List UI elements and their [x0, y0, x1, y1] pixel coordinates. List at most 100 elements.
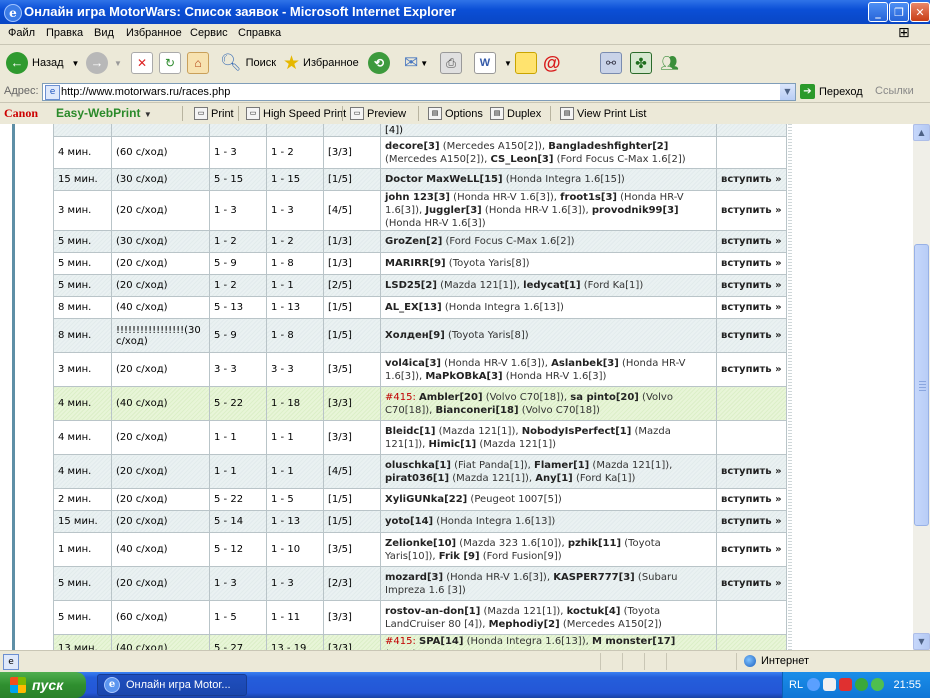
player-name-link[interactable]: KASPER777[3] [553, 572, 635, 583]
language-indicator[interactable]: RL [789, 679, 803, 691]
player-name-link[interactable]: Mephodiy[2] [489, 619, 560, 630]
join-button[interactable]: вступить » [716, 318, 787, 353]
scroll-thumb[interactable] [914, 244, 929, 526]
join-button[interactable]: вступить » [716, 352, 787, 387]
player-name-link[interactable]: Doctor MaxWeLL[15] [385, 174, 503, 185]
close-button[interactable]: ✕ [910, 2, 930, 22]
chevron-down-icon[interactable]: ▼ [72, 59, 80, 68]
print-button[interactable]: ⎙ [440, 51, 462, 75]
address-input[interactable] [61, 84, 761, 99]
player-name-link[interactable]: provodnik99[3] [592, 205, 679, 216]
join-button[interactable]: вступить » [716, 252, 787, 275]
player-name-link[interactable]: Any[1] [535, 473, 572, 484]
scroll-down-button[interactable]: ▼ [913, 633, 930, 650]
antivirus-icon[interactable] [839, 678, 852, 691]
join-button[interactable]: вступить » [716, 510, 787, 533]
player-name-link[interactable]: oluschka[1] [385, 460, 451, 471]
network-icon[interactable] [807, 678, 820, 691]
player-name-link[interactable]: Flamer[1] [534, 460, 589, 471]
join-button[interactable]: вступить » [716, 190, 787, 231]
search-button[interactable]: 🔍︎ Поиск [220, 51, 276, 75]
player-name-link[interactable]: GroZen[2] [385, 236, 442, 247]
player-name-link[interactable]: Frik [9] [439, 551, 480, 562]
menu-view[interactable]: Вид [94, 27, 114, 39]
history-button[interactable]: ⟲ [368, 51, 390, 75]
chevron-down-icon[interactable]: ▼ [504, 59, 512, 68]
chevron-down-icon[interactable]: ▼ [780, 84, 795, 100]
start-button[interactable]: пуск [0, 672, 86, 698]
options-button[interactable]: ▤ Options [428, 107, 483, 120]
player-name-link[interactable]: koctuk[4] [567, 606, 621, 617]
player-name-link[interactable]: vol4ica[3] [385, 358, 441, 369]
clover-button[interactable]: ✤ [630, 51, 652, 75]
menu-help[interactable]: Справка [238, 27, 281, 39]
scroll-up-button[interactable]: ▲ [913, 124, 930, 141]
player-name-link[interactable]: ledycat[1] [523, 280, 580, 291]
player-name-link[interactable]: Himic[1] [429, 439, 477, 450]
player-name-link[interactable]: sa pinto[20] [570, 392, 639, 403]
easy-webprint-menu[interactable]: Easy-WebPrint ▼ [56, 106, 152, 120]
player-name-link[interactable]: yoto[14] [385, 516, 433, 527]
taskbar-item-ie[interactable]: e Онлайн игра Motor... [97, 674, 247, 696]
player-name-link[interactable]: CS_Leon[3] [490, 154, 553, 165]
player-name-link[interactable]: M monster[17] [592, 636, 675, 647]
chevron-down-icon[interactable]: ▼ [420, 59, 428, 68]
player-name-link[interactable]: Bleidc[1] [385, 426, 435, 437]
join-button[interactable]: вступить » [716, 274, 787, 297]
favorites-button[interactable]: ★ Избранное [283, 51, 359, 75]
player-name-link[interactable]: decore[3] [385, 141, 440, 152]
edit-button[interactable]: W ▼ [474, 51, 512, 75]
links-button[interactable]: Ссылки [875, 85, 914, 97]
menu-tools[interactable]: Сервис [190, 27, 228, 39]
player-name-link[interactable]: MARIRR[9] [385, 258, 446, 269]
research-button[interactable]: ⚯ [600, 51, 622, 75]
address-field[interactable]: e ▼ [42, 83, 796, 101]
player-name-link[interactable]: Ambler[20] [419, 392, 483, 403]
mail-button[interactable]: ✉ ▼ [404, 51, 428, 75]
menu-file[interactable]: Файл [8, 27, 35, 39]
player-name-link[interactable]: XyliGUNka[22] [385, 494, 467, 505]
menu-favorites[interactable]: Избранное [126, 27, 182, 39]
maximize-button[interactable]: ❐ [889, 2, 909, 22]
join-button[interactable]: вступить » [716, 566, 787, 601]
high-speed-print-button[interactable]: ▭ High Speed Print [246, 107, 346, 120]
player-name-link[interactable]: froot1s[3] [560, 192, 617, 203]
player-name-link[interactable]: NobodyIsPerfect[1] [522, 426, 632, 437]
join-button[interactable]: вступить » [716, 454, 787, 489]
view-print-list-button[interactable]: ▤ View Print List [560, 107, 647, 120]
duplex-button[interactable]: ▤ Duplex [490, 107, 541, 120]
player-name-link[interactable]: Bianconeri[18] [436, 405, 519, 416]
menu-edit[interactable]: Правка [46, 27, 83, 39]
forward-button[interactable]: → ▼ [86, 51, 122, 75]
player-name-link[interactable]: MaPkOBkA[3] [425, 371, 502, 382]
vertical-scrollbar[interactable]: ▲ ▼ [913, 124, 930, 650]
home-button[interactable]: ⌂ [187, 51, 209, 75]
preview-button[interactable]: ▭ Preview [350, 107, 406, 120]
player-name-link[interactable]: pzhik[11] [568, 538, 621, 549]
player-name-link[interactable]: Aslanbek[3] [551, 358, 619, 369]
messenger-people-button[interactable]: 👥︎ [660, 51, 679, 75]
minimize-button[interactable]: _ [868, 2, 888, 22]
join-button[interactable]: вступить » [716, 532, 787, 567]
stop-button[interactable]: ✕ [131, 51, 153, 75]
volume-icon[interactable] [823, 678, 836, 691]
join-button[interactable]: вступить » [716, 230, 787, 253]
player-name-link[interactable]: LSD25[2] [385, 280, 437, 291]
player-name-link[interactable]: Холден[9] [385, 330, 445, 341]
go-button[interactable]: ➔ Переход [800, 83, 863, 100]
player-name-link[interactable]: Juggler[3] [425, 205, 481, 216]
player-name-link[interactable]: mozard[3] [385, 572, 443, 583]
refresh-button[interactable]: ↻ [159, 51, 181, 75]
player-name-link[interactable]: Bangladeshfighter[2] [548, 141, 668, 152]
player-name-link[interactable]: AL_EX[13] [385, 302, 442, 313]
messenger-tray-icon[interactable] [871, 678, 884, 691]
back-button[interactable]: ← Назад ▼ [6, 51, 79, 75]
discuss-button[interactable] [515, 51, 537, 75]
player-name-link[interactable]: Zelionke[10] [385, 538, 456, 549]
join-button[interactable]: вступить » [716, 168, 787, 191]
messenger-button[interactable]: @ [543, 51, 561, 75]
canon-print-button[interactable]: ▭ Print [194, 107, 234, 120]
player-name-link[interactable]: pirat036[1] [385, 473, 449, 484]
player-name-link[interactable]: rostov-an-don[1] [385, 606, 480, 617]
chevron-down-icon[interactable]: ▼ [114, 59, 122, 68]
